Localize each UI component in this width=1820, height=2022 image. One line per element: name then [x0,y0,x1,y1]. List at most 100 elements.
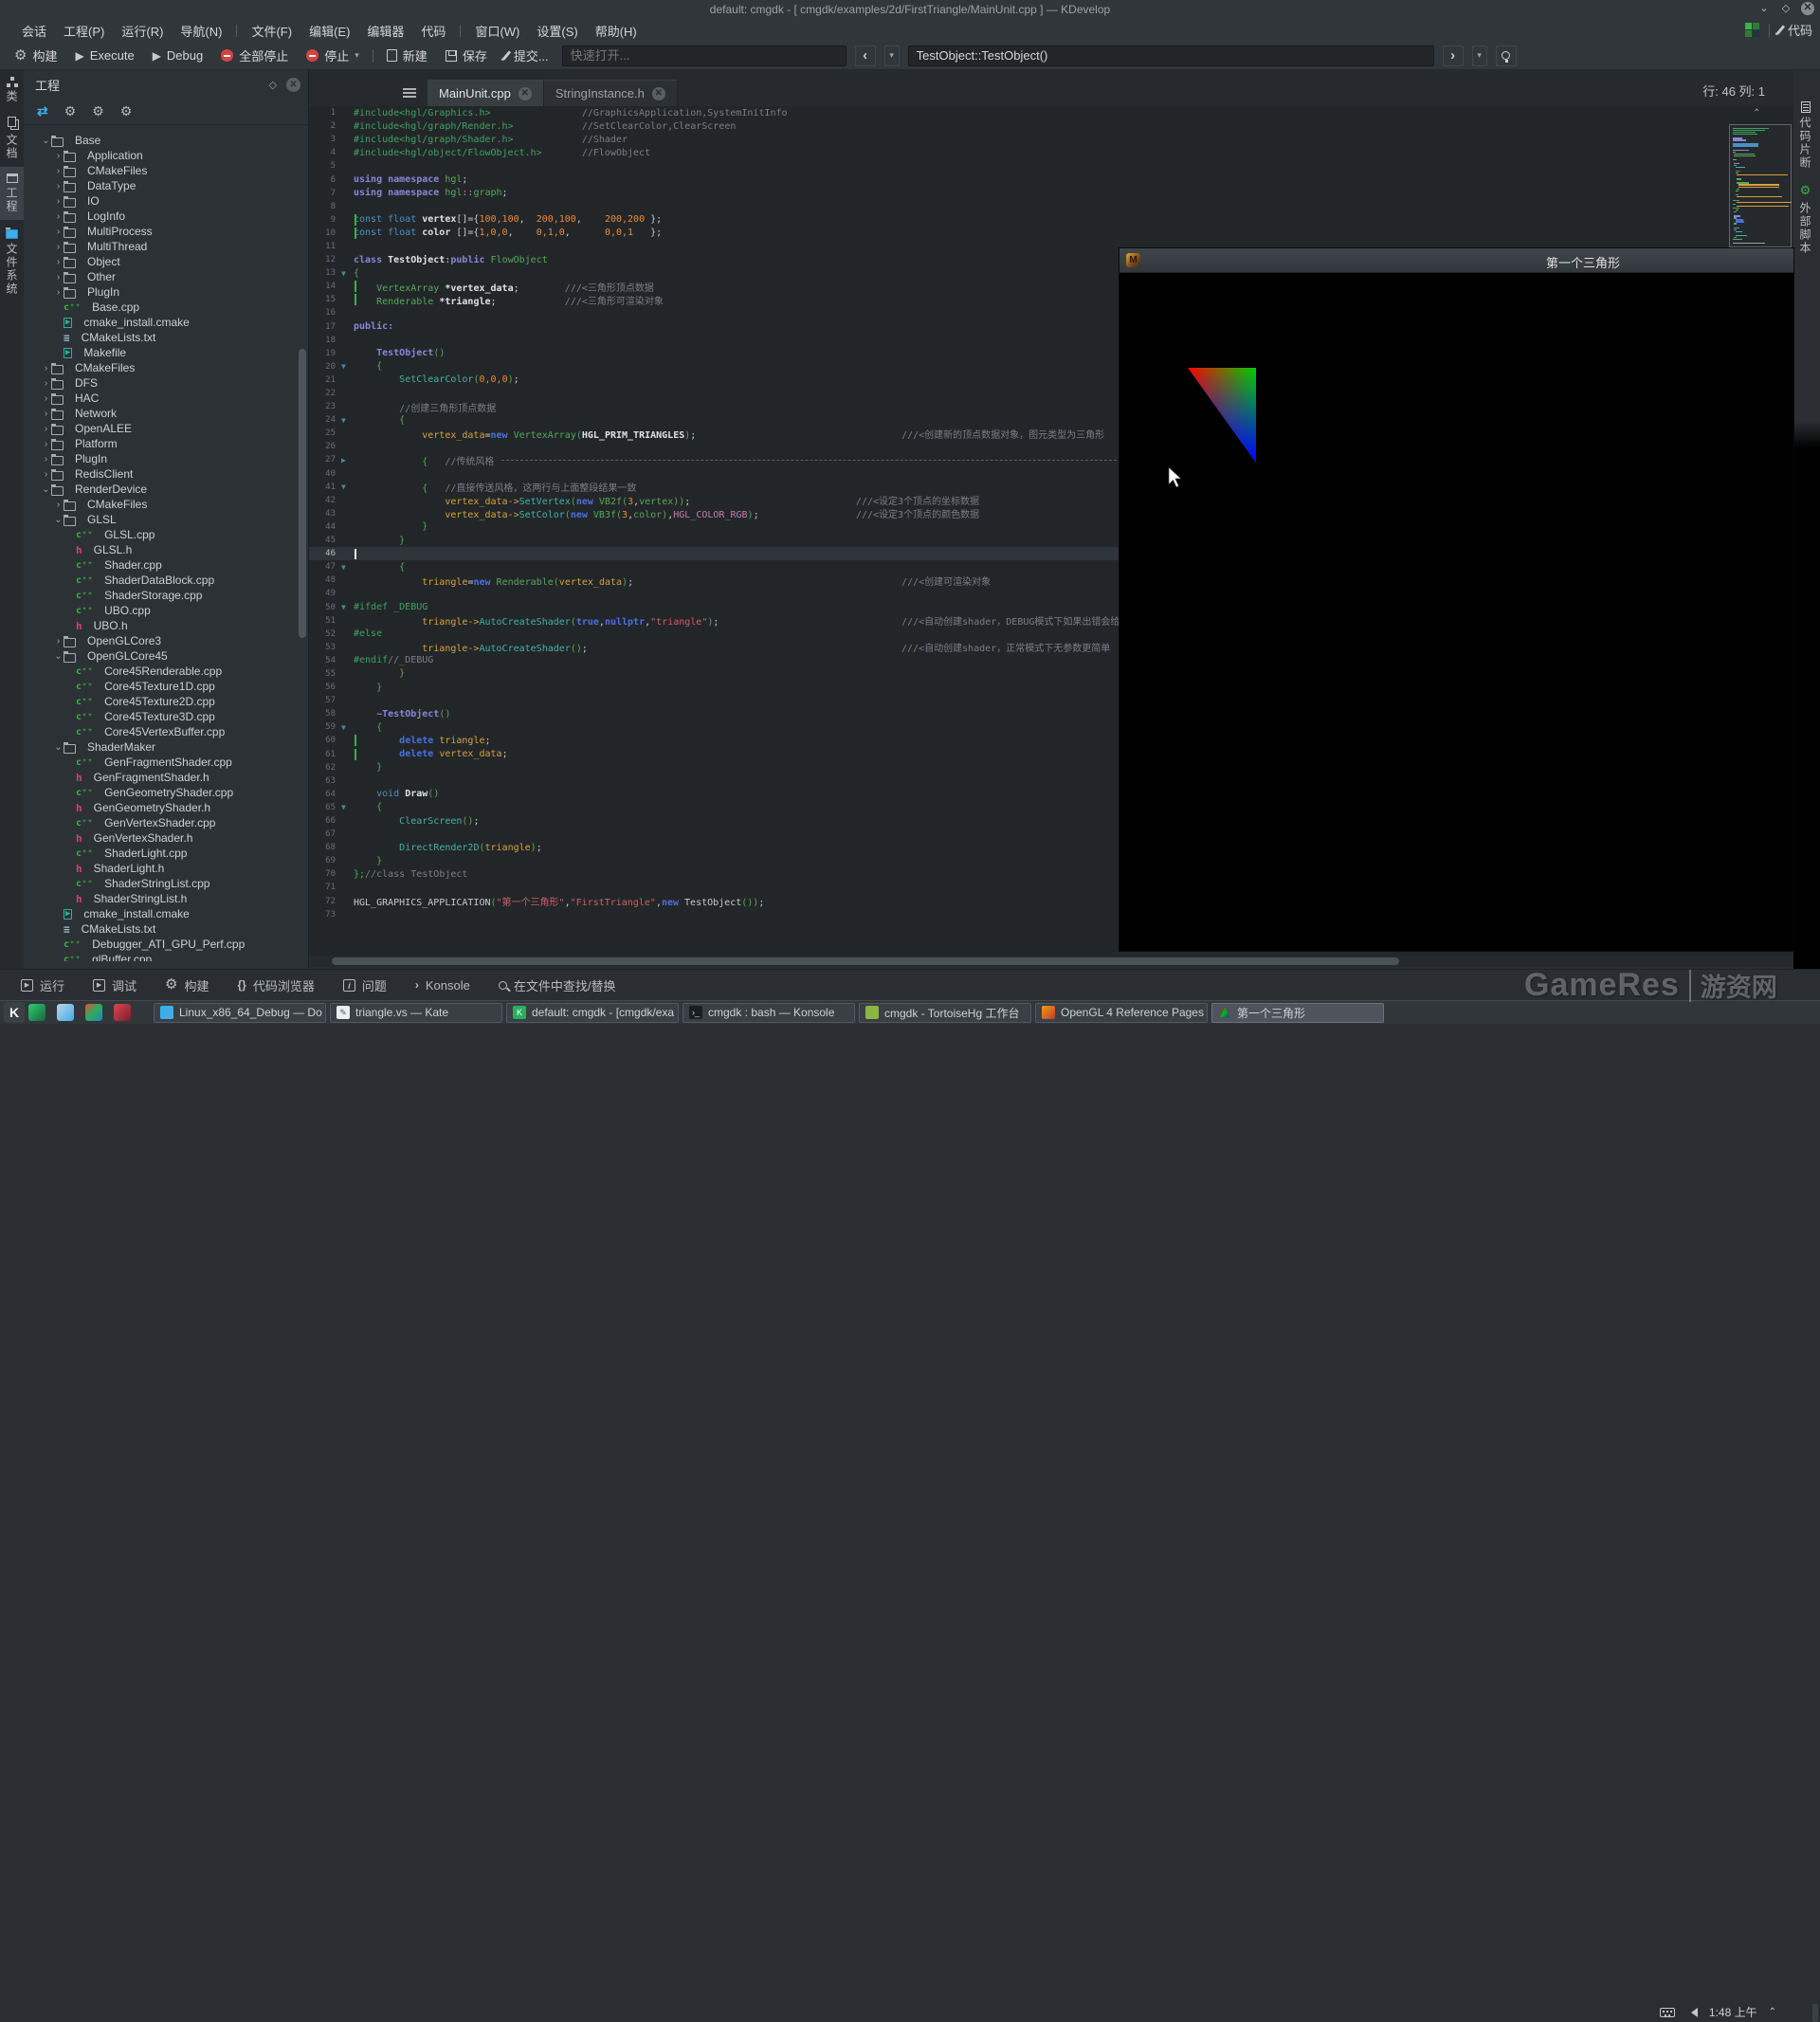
chevron-right-icon[interactable]: › [53,211,64,222]
tree-item[interactable]: c⁺⁺ Shader.cpp [24,557,308,573]
tree-item[interactable]: › Other [24,269,308,284]
chevron-right-icon[interactable]: › [53,196,64,207]
tree-item[interactable]: ≡ CMakeLists.txt [24,921,308,937]
rgb-triangle-app-icon[interactable] [85,1004,102,1021]
fold-open-icon[interactable]: ▼ [341,803,354,811]
tree-item[interactable]: h ShaderStringList.h [24,891,308,906]
tree-item[interactable]: h GenVertexShader.h [24,830,308,846]
tree-item[interactable]: c⁺⁺ GLSL.cpp [24,527,308,542]
tree-item[interactable]: c⁺⁺ GenGeometryShader.cpp [24,785,308,800]
document-list-button[interactable] [401,86,418,100]
task-triangle.vs — Kate[interactable]: ✎ triangle.vs — Kate [330,1002,502,1023]
tree-item[interactable]: › DFS [24,375,308,391]
build-set-icon[interactable]: ⚙ [64,103,77,119]
fold-open-icon[interactable]: ▼ [341,416,354,425]
debug-button[interactable]: ▶ Debug [148,46,209,65]
task-OpenGL 4 Reference Pages[interactable]: OpenGL 4 Reference Pages [1035,1002,1208,1023]
chevron-down-icon[interactable]: ⌄ [53,742,64,753]
code-line-7[interactable]: 7 using namespace hgl::graph; [309,187,1793,200]
sidebar-item-类[interactable]: 类 [0,70,24,110]
tree-item[interactable]: › IO [24,193,308,209]
menu-item-N[interactable]: 导航(N) [172,20,230,42]
tree-item[interactable]: ▶ Makefile [24,345,308,360]
chevron-right-icon[interactable]: › [53,166,64,176]
tree-item[interactable]: c⁺⁺ Core45Renderable.cpp [24,664,308,679]
tree-item[interactable]: › HAC [24,391,308,406]
code-line-6[interactable]: 6 using namespace hgl; [309,173,1793,186]
tab-StringInstance.h[interactable]: StringInstance.h ✕ [543,80,678,106]
nav-back-button[interactable]: ‹ [854,45,876,66]
toolview-button-问题[interactable]: i 问题 [342,976,387,994]
commit-button[interactable]: 提交... [500,44,554,67]
task-Linux_x86_64_Debug — Do[interactable]: Linux_x86_64_Debug — Do [154,1002,326,1023]
chevron-down-icon[interactable]: ⌄ [41,136,51,146]
tab-close-icon[interactable]: ✕ [518,86,532,100]
tree-item[interactable]: › DataType [24,178,308,193]
tree-item[interactable]: › CMakeFiles [24,497,308,512]
chevron-right-icon[interactable]: › [41,363,51,373]
tree-item[interactable]: c⁺⁺ Core45VertexBuffer.cpp [24,724,308,739]
chevron-right-icon[interactable]: › [53,242,64,252]
chevron-right-icon[interactable]: › [41,409,51,419]
menu-item-[interactable]: 代码 [412,20,454,42]
tree-item[interactable]: c⁺⁺ Debugger_ATI_GPU_Perf.cpp [24,937,308,952]
locate-document-icon[interactable]: ⇄ [37,103,48,119]
fold-open-icon[interactable]: ▼ [341,563,354,572]
tree-item[interactable]: ⌄ GLSL [24,512,308,527]
tree-item[interactable]: › CMakeFiles [24,360,308,375]
task-cmgdk - TortoiseHg 工作台[interactable]: cmgdk - TortoiseHg 工作台 [859,1002,1031,1023]
render-window-titlebar[interactable]: M 第一个三角形 [1119,248,1793,273]
sidebar-item-文档[interactable]: 文档 [0,110,24,167]
float-panel-icon[interactable]: ◇ [269,79,277,91]
code-line-3[interactable]: 3 #include<hgl/graph/Shader.h> //Shader [309,133,1793,146]
toolview-button-在文件中查找/替换[interactable]: 在文件中查找/替换 [498,976,615,994]
tree-item[interactable]: › OpenALEE [24,421,308,436]
stop-all-button[interactable]: 全部停止 [216,44,293,67]
code-line-5[interactable]: 5 [309,159,1793,173]
clock[interactable]: 1:48 上午 [1709,2004,1757,2020]
fold-open-icon[interactable]: ▼ [341,603,354,611]
sidebar-item-代码片断[interactable]: 代码片断 [1793,95,1817,176]
toolview-button-代码浏览器[interactable]: {} 代码浏览器 [238,976,315,994]
fold-open-icon[interactable]: ▼ [341,269,354,278]
keyboard-tray-icon[interactable] [1659,2007,1675,2017]
stop-button[interactable]: 停止 ▾ [301,44,364,67]
fold-open-icon[interactable]: ▼ [341,723,354,732]
red-app-icon[interactable] [114,1004,131,1021]
chevron-down-icon[interactable]: ⌄ [53,515,64,525]
chevron-right-icon[interactable]: › [53,151,64,161]
menu-item-R[interactable]: 运行(R) [113,20,172,42]
tree-item[interactable]: c⁺⁺ Base.cpp [24,300,308,315]
menu-item-S[interactable]: 设置(S) [528,20,586,42]
code-area-button[interactable]: 代码 [1775,21,1812,39]
tab-MainUnit.cpp[interactable]: MainUnit.cpp ✕ [428,80,544,106]
menu-item-E[interactable]: 编辑(E) [300,20,358,42]
toolview-button-运行[interactable]: ▶ 运行 [21,976,64,994]
close-window-icon[interactable]: ✕ [1801,2,1814,15]
tree-item[interactable]: › Object [24,254,308,269]
tree-item[interactable]: h ShaderLight.h [24,861,308,876]
menu-item-F[interactable]: 文件(F) [243,20,300,42]
menu-item-[interactable]: 编辑器 [358,20,412,42]
sidebar-item-工程[interactable]: 工程 [0,167,24,220]
editor-horizontal-scrollbar[interactable] [309,956,1793,967]
chevron-down-icon[interactable]: ⌄ [53,651,64,662]
tree-item[interactable]: c⁺⁺ ShaderLight.cpp [24,846,308,861]
tree-item[interactable]: ▶ cmake_install.cmake [24,906,308,921]
reload-project-icon[interactable]: ⚙ [92,103,104,119]
fold-open-icon[interactable]: ▼ [341,483,354,491]
tree-item[interactable]: ⌄ Base [24,133,308,148]
kde-launcher-icon[interactable]: K [4,1002,25,1023]
nav-forward-dropdown[interactable]: ▾ [1471,45,1487,66]
toolview-button-Konsole[interactable]: › Konsole [415,978,470,993]
code-line-9[interactable]: 9 const float vertex[]={100,100, 200,100,… [309,213,1793,227]
analyze-button[interactable] [1495,45,1517,66]
scrollbar-thumb[interactable] [332,957,1399,965]
chevron-right-icon[interactable]: › [53,500,64,510]
chevron-right-icon[interactable]: › [41,439,51,449]
system-monitor-icon[interactable] [28,1004,46,1021]
close-panel-icon[interactable]: ✕ [286,77,300,92]
symbol-combo[interactable]: TestObject::TestObject() [907,45,1434,66]
tree-item[interactable]: › LogInfo [24,209,308,224]
tray-expand-icon[interactable]: ⌃ [1769,2007,1776,2017]
